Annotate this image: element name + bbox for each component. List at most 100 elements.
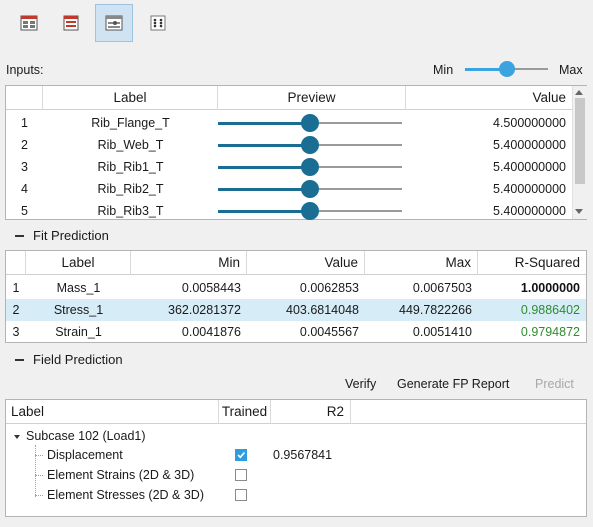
- fit-max: 0.0067503: [412, 281, 472, 295]
- input-label: Rib_Rib3_T: [97, 204, 164, 218]
- collapse-icon[interactable]: [15, 358, 24, 361]
- preview-slider-knob[interactable]: [301, 136, 319, 154]
- preview-slider[interactable]: [218, 112, 406, 134]
- row-index: 5: [21, 204, 28, 218]
- field-item-row[interactable]: Element Strains (2D & 3D): [6, 465, 586, 485]
- row-index: 4: [21, 182, 28, 196]
- row-index: 1: [12, 281, 20, 295]
- fit-value: 0.0062853: [299, 281, 359, 295]
- input-label: Rib_Rib1_T: [97, 160, 164, 174]
- trained-checkbox[interactable]: [235, 469, 247, 481]
- subcase-node[interactable]: Subcase 102 (Load1): [14, 429, 146, 443]
- fit-label: Mass_1: [56, 281, 101, 295]
- table-view-button[interactable]: [10, 4, 48, 42]
- fit-min: 362.0281372: [168, 303, 241, 317]
- row-index: 3: [21, 160, 28, 174]
- preview-slider-knob[interactable]: [301, 202, 319, 220]
- dice-view-icon: [150, 15, 166, 31]
- col-min[interactable]: Min: [131, 251, 247, 275]
- check-icon: [237, 451, 246, 459]
- preview-slider-fill: [218, 122, 310, 125]
- field-prediction-section[interactable]: Field Prediction: [15, 352, 123, 367]
- preview-slider-fill: [218, 166, 310, 169]
- expand-arrow-icon[interactable]: [14, 434, 20, 439]
- input-row[interactable]: 4 Rib_Rib2_T 5.400000000: [6, 178, 572, 200]
- field-item-row[interactable]: Element Stresses (2D & 3D): [6, 485, 586, 505]
- preview-slider-knob[interactable]: [301, 180, 319, 198]
- col-preview[interactable]: Preview: [218, 86, 406, 110]
- generate-fp-report-button[interactable]: Generate FP Report: [397, 377, 509, 391]
- fit-r-squared: 0.9794872: [520, 325, 580, 339]
- preview-slider-knob[interactable]: [301, 114, 319, 132]
- col-label[interactable]: Label: [9, 400, 219, 424]
- field-item-r2: [273, 465, 353, 485]
- input-label: Rib_Flange_T: [91, 116, 170, 130]
- trained-checkbox[interactable]: [235, 489, 247, 501]
- input-row[interactable]: 3 Rib_Rib1_T 5.400000000: [6, 156, 572, 178]
- chart-view-icon: [105, 15, 123, 31]
- global-slider[interactable]: [465, 58, 548, 80]
- input-value[interactable]: 5.400000000: [406, 178, 572, 200]
- inputs-scrollbar[interactable]: [572, 86, 587, 219]
- global-slider-knob[interactable]: [498, 61, 515, 77]
- fit-max: 449.7822266: [399, 303, 472, 317]
- field-item-r2: [273, 485, 353, 505]
- input-value[interactable]: 5.400000000: [406, 156, 572, 178]
- preview-slider[interactable]: [218, 178, 406, 200]
- predict-button[interactable]: Predict: [535, 377, 574, 391]
- scroll-down-icon[interactable]: [575, 209, 583, 214]
- preview-slider-fill: [218, 144, 310, 147]
- fit-prediction-section[interactable]: Fit Prediction: [15, 228, 109, 243]
- preview-slider-fill: [218, 210, 310, 213]
- input-value[interactable]: 4.500000000: [406, 112, 572, 134]
- fit-row[interactable]: 3 Strain_1 0.0041876 0.0045567 0.0051410 0.97…: [6, 321, 586, 343]
- input-label: Rib_Rib2_T: [97, 182, 164, 196]
- col-value[interactable]: Value: [247, 251, 365, 275]
- collapse-icon[interactable]: [15, 234, 24, 237]
- input-row[interactable]: 1 Rib_Flange_T 4.500000000: [6, 112, 572, 134]
- field-item-label: Element Strains (2D & 3D): [47, 468, 195, 482]
- preview-slider-knob[interactable]: [301, 158, 319, 176]
- field-item-label: Element Stresses (2D & 3D): [47, 488, 204, 502]
- verify-button[interactable]: Verify: [345, 377, 376, 391]
- preview-slider[interactable]: [218, 156, 406, 178]
- field-item-r2: 0.9567841: [273, 448, 333, 462]
- row-index: 3: [12, 325, 20, 339]
- input-row[interactable]: 2 Rib_Web_T 5.400000000: [6, 134, 572, 156]
- input-row[interactable]: 5 Rib_Rib3_T 5.400000000: [6, 200, 572, 222]
- scroll-up-icon[interactable]: [575, 90, 583, 95]
- col-max[interactable]: Max: [365, 251, 478, 275]
- chart-view-button[interactable]: [95, 4, 133, 42]
- input-value[interactable]: 5.400000000: [406, 134, 572, 156]
- fit-row[interactable]: 2 Stress_1 362.0281372 403.6814048 449.78222…: [6, 299, 586, 321]
- fit-table: Label Min Value Max R-Squared 1 Mass_1 0.0…: [5, 250, 587, 343]
- row-index: 1: [21, 116, 28, 130]
- input-value[interactable]: 5.400000000: [406, 200, 572, 222]
- trained-checkbox[interactable]: [235, 449, 247, 461]
- row-index: 2: [21, 138, 28, 152]
- col-label[interactable]: Label: [43, 86, 218, 110]
- col-trained[interactable]: Trained: [219, 400, 271, 424]
- slider-min-label: Min: [433, 63, 454, 77]
- preview-slider[interactable]: [218, 200, 406, 222]
- fit-max: 0.0051410: [412, 325, 472, 339]
- fit-label: Strain_1: [55, 325, 102, 339]
- preview-slider[interactable]: [218, 134, 406, 156]
- table-view-icon: [20, 15, 38, 31]
- fit-label: Stress_1: [53, 303, 104, 317]
- fit-row[interactable]: 1 Mass_1 0.0058443 0.0062853 0.0067503 1.0000…: [6, 277, 586, 299]
- slider-max-label: Max: [559, 63, 583, 77]
- dice-view-button[interactable]: [139, 4, 177, 42]
- fit-min: 0.0041876: [181, 325, 241, 339]
- col-r2[interactable]: R2: [271, 400, 351, 424]
- field-item-row[interactable]: Displacement 0.9567841: [6, 445, 586, 465]
- col-label[interactable]: Label: [26, 251, 131, 275]
- scroll-thumb[interactable]: [575, 98, 585, 184]
- fit-min: 0.0058443: [181, 281, 241, 295]
- list-view-button[interactable]: [52, 4, 90, 42]
- fit-value: 0.0045567: [299, 325, 359, 339]
- inputs-label: Inputs:: [6, 63, 44, 77]
- col-value[interactable]: Value: [406, 86, 572, 110]
- fit-r-squared: 1.0000000: [520, 281, 580, 295]
- col-r-squared[interactable]: R-Squared: [478, 251, 586, 275]
